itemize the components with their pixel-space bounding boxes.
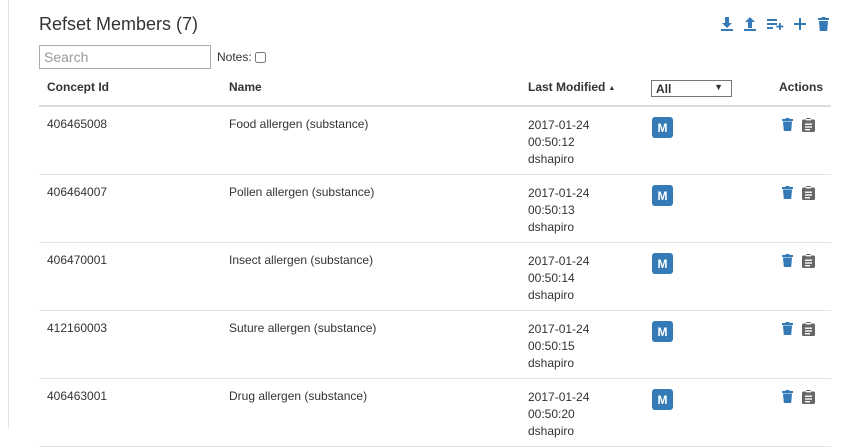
notes-label: Notes: — [217, 50, 252, 64]
clipboard-icon[interactable] — [802, 186, 815, 205]
last-modified-cell: 2017-01-24 00:50:14 dshapiro — [528, 253, 589, 304]
clipboard-icon[interactable] — [802, 322, 815, 341]
name-cell: Pollen allergen (substance) — [229, 185, 375, 199]
modified-time: 00:50:13 — [528, 203, 575, 217]
concept-id-cell: 412160003 — [47, 321, 108, 335]
delete-icon[interactable] — [782, 186, 793, 204]
modified-date: 2017-01-24 — [528, 390, 590, 404]
column-header-actions: Actions — [779, 80, 824, 94]
modified-date: 2017-01-24 — [528, 254, 590, 268]
modified-time: 00:50:14 — [528, 271, 575, 285]
chevron-down-icon: ▼ — [714, 82, 723, 92]
clipboard-icon[interactable] — [802, 254, 815, 273]
concept-id-cell: 406465008 — [47, 117, 108, 131]
upload-icon[interactable] — [743, 16, 757, 32]
last-modified-cell: 2017-01-24 00:50:15 dshapiro — [528, 321, 589, 372]
column-header-name[interactable]: Name — [229, 80, 262, 94]
member-type-button[interactable]: M — [652, 185, 673, 206]
name-cell: Suture allergen (substance) — [229, 321, 377, 335]
name-cell: Insect allergen (substance) — [229, 253, 374, 267]
clipboard-icon[interactable] — [802, 390, 815, 409]
concept-id-cell: 406470001 — [47, 253, 108, 267]
name-cell: Food allergen (substance) — [229, 117, 369, 131]
concept-id-cell: 406464007 — [47, 185, 108, 199]
last-modified-cell: 2017-01-24 00:50:20 dshapiro — [528, 389, 589, 440]
modified-user: dshapiro — [528, 220, 575, 234]
modified-date: 2017-01-24 — [528, 322, 590, 336]
notes-filter: Notes: — [217, 50, 266, 64]
toolbar — [720, 16, 830, 32]
member-type-button[interactable]: M — [652, 389, 673, 410]
modified-user: dshapiro — [528, 424, 575, 438]
member-type-button[interactable]: M — [652, 253, 673, 274]
download-icon[interactable] — [720, 16, 734, 32]
type-filter-value: All — [656, 82, 672, 96]
table-row: 406464007 Pollen allergen (substance) 20… — [39, 175, 831, 243]
add-list-icon[interactable] — [766, 16, 784, 32]
last-modified-cell: 2017-01-24 00:50:13 dshapiro — [528, 185, 589, 236]
table-row: 406470001 Insect allergen (substance) 20… — [39, 243, 831, 311]
last-modified-label: Last Modified — [528, 80, 606, 94]
notes-checkbox[interactable] — [254, 51, 266, 63]
type-filter-select[interactable]: All ▼ — [651, 80, 732, 97]
modified-date: 2017-01-24 — [528, 186, 590, 200]
name-cell: Drug allergen (substance) — [229, 389, 368, 403]
modified-user: dshapiro — [528, 356, 575, 370]
table-row: 406463001 Drug allergen (substance) 2017… — [39, 379, 831, 447]
modified-time: 00:50:12 — [528, 135, 575, 149]
last-modified-cell: 2017-01-24 00:50:12 dshapiro — [528, 117, 589, 168]
table-row: 412160003 Suture allergen (substance) 20… — [39, 311, 831, 379]
column-header-last-modified[interactable]: Last Modified ▲ — [528, 80, 615, 94]
sort-ascending-icon: ▲ — [608, 85, 616, 92]
delete-icon[interactable] — [782, 118, 793, 136]
concept-id-cell: 406463001 — [47, 389, 108, 403]
modified-user: dshapiro — [528, 288, 575, 302]
delete-icon[interactable] — [782, 390, 793, 408]
modified-date: 2017-01-24 — [528, 118, 590, 132]
column-header-concept-id[interactable]: Concept Id — [47, 80, 109, 94]
modified-time: 00:50:15 — [528, 339, 575, 353]
member-type-button[interactable]: M — [652, 117, 673, 138]
trash-icon[interactable] — [816, 16, 830, 32]
modified-user: dshapiro — [528, 152, 575, 166]
page-title: Refset Members (7) — [39, 14, 199, 34]
table-row: 406465008 Food allergen (substance) 2017… — [39, 107, 831, 175]
delete-icon[interactable] — [782, 322, 793, 340]
panel-left-border — [8, 0, 9, 428]
clipboard-icon[interactable] — [802, 118, 815, 137]
delete-icon[interactable] — [782, 254, 793, 272]
plus-icon[interactable] — [793, 16, 807, 32]
search-input[interactable] — [39, 45, 211, 69]
modified-time: 00:50:20 — [528, 407, 575, 421]
member-type-button[interactable]: M — [652, 321, 673, 342]
